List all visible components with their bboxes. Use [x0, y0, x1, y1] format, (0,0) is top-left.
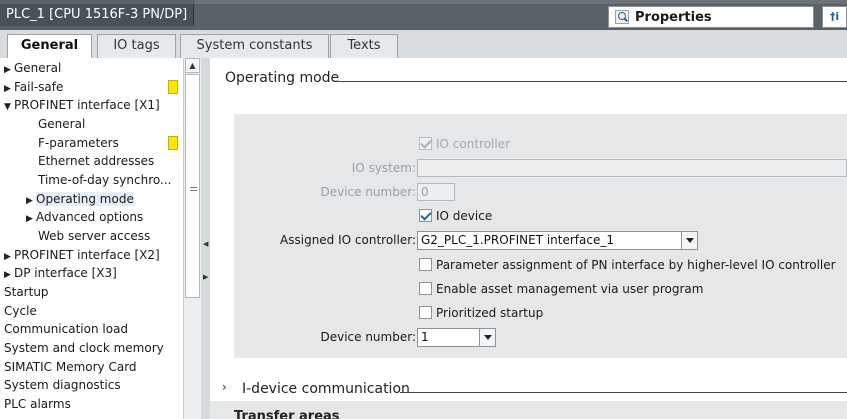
magnifier-icon: [615, 10, 629, 24]
collapse-left-icon[interactable]: ◀: [203, 240, 208, 248]
properties-button[interactable]: Properties: [608, 6, 814, 28]
nav-item-system-clock-memory[interactable]: System and clock memory: [4, 339, 164, 358]
navigation-tree: ▶ General ▶ Fail-safe ▼ PROFINET interface …: [0, 58, 183, 419]
title-bar: PLC_1 [CPU 1516F-3 PN/DP] Properties †i: [0, 0, 847, 30]
nav-item-operating-mode[interactable]: ▶ Operating mode: [26, 190, 134, 209]
nav-item-dp-x3[interactable]: ▶ DP interface [X3]: [4, 264, 117, 283]
io-system-field[interactable]: [417, 159, 847, 177]
io-device-checkbox[interactable]: [419, 209, 432, 222]
nav-item-startup[interactable]: Startup: [4, 283, 49, 302]
nav-item-profinet-x2[interactable]: ▶ PROFINET interface [X2]: [4, 246, 160, 265]
asset-management-label: Enable asset management via user program: [436, 282, 704, 296]
nav-scrollbar[interactable]: ▲: [183, 58, 201, 419]
nav-item-x1-general[interactable]: General: [38, 115, 85, 134]
assigned-io-controller-label: Assigned IO controller:: [280, 233, 416, 247]
nav-item-plc-alarms[interactable]: PLC alarms: [4, 395, 71, 414]
io-controller-checkbox[interactable]: [419, 137, 432, 150]
section-divider: [338, 81, 847, 82]
nav-item-general[interactable]: ▶ General: [4, 59, 61, 78]
device-number-value: 1: [421, 330, 429, 344]
idevice-communication-title[interactable]: I-device communication: [242, 381, 410, 397]
device-number-field-disabled[interactable]: 0: [417, 183, 455, 201]
window-title: PLC_1 [CPU 1516F-3 PN/DP]: [0, 4, 195, 26]
info-icon[interactable]: †i: [822, 6, 847, 28]
nav-item-advanced-options[interactable]: ▶ Advanced options: [26, 208, 143, 227]
assigned-io-controller-value: G2_PLC_1.PROFINET interface_1: [421, 233, 615, 247]
collapse-arrow-icon[interactable]: ▼: [4, 98, 14, 117]
param-assignment-checkbox[interactable]: [419, 258, 432, 271]
nav-item-ethernet-addresses[interactable]: Ethernet addresses: [38, 152, 154, 171]
warning-marker: [168, 80, 178, 94]
section-divider: [400, 392, 847, 393]
device-number-label: Device number:: [320, 330, 416, 344]
tab-io-tags[interactable]: IO tags: [97, 34, 176, 58]
pane-splitter[interactable]: ◀ ▶: [201, 58, 210, 419]
expand-chevron-icon[interactable]: ›: [222, 380, 227, 394]
prioritized-startup-label: Prioritized startup: [436, 306, 544, 320]
assigned-io-controller-select[interactable]: G2_PLC_1.PROFINET interface_1: [417, 231, 698, 250]
device-number-label-disabled: Device number:: [320, 185, 416, 199]
io-system-label: IO system:: [351, 161, 416, 175]
prioritized-startup-checkbox[interactable]: [419, 306, 432, 319]
io-controller-label: IO controller: [436, 137, 511, 151]
expand-right-icon[interactable]: ▶: [203, 273, 208, 281]
scroll-thumb[interactable]: [185, 74, 200, 298]
nav-item-web-server-access[interactable]: Web server access: [38, 227, 150, 246]
grip-icon: [190, 187, 197, 191]
warning-marker: [168, 136, 178, 150]
nav-item-cycle[interactable]: Cycle: [4, 302, 37, 321]
tab-system-constants[interactable]: System constants: [180, 34, 329, 58]
nav-item-fail-safe[interactable]: ▶ Fail-safe: [4, 78, 63, 97]
nav-item-profinet-x1[interactable]: ▼ PROFINET interface [X1]: [4, 96, 160, 115]
scroll-up-icon[interactable]: ▲: [185, 58, 200, 73]
dropdown-arrow-icon[interactable]: [681, 232, 697, 249]
tab-strip: General IO tags System constants Texts: [0, 30, 847, 59]
io-device-label: IO device: [436, 209, 493, 223]
tab-general[interactable]: General: [7, 34, 92, 59]
nav-item-communication-load[interactable]: Communication load: [4, 320, 128, 339]
properties-label: Properties: [635, 9, 712, 25]
transfer-areas-title: Transfer areas: [234, 409, 340, 419]
expand-arrow-icon[interactable]: ▶: [26, 210, 36, 229]
nav-item-f-parameters[interactable]: F-parameters: [38, 134, 119, 153]
asset-management-checkbox[interactable]: [419, 282, 432, 295]
dropdown-arrow-icon[interactable]: [479, 329, 495, 346]
nav-item-simatic-memory-card[interactable]: SIMATIC Memory Card: [4, 358, 137, 377]
nav-item-system-diagnostics[interactable]: System diagnostics: [4, 376, 121, 395]
operating-mode-title: Operating mode: [225, 70, 340, 86]
param-assignment-label: Parameter assignment of PN interface by …: [436, 258, 836, 272]
device-number-select[interactable]: 1: [417, 328, 496, 347]
title-strip: [195, 0, 847, 4]
nav-item-time-of-day[interactable]: Time-of-day synchro...: [38, 171, 171, 190]
operating-mode-panel: IO controller IO system: Device number: …: [234, 114, 847, 358]
main-content: Operating mode IO controller IO system: …: [210, 58, 847, 419]
tab-texts[interactable]: Texts: [330, 34, 398, 58]
